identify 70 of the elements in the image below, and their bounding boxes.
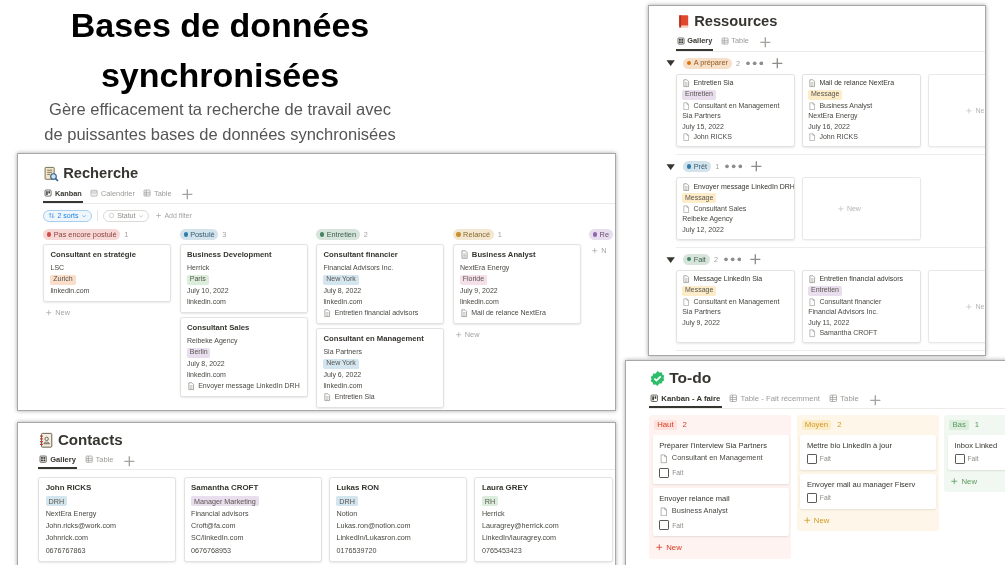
more-icon (723, 257, 741, 262)
gallery-icon (39, 455, 48, 464)
plus-icon (180, 187, 195, 202)
sort-icon (48, 212, 56, 220)
document-icon (682, 79, 691, 88)
page-icon (659, 506, 669, 517)
page-icon (682, 101, 691, 110)
plus-icon (748, 159, 764, 174)
plus-icon (769, 55, 785, 71)
page-icon (682, 297, 691, 307)
chevron-icon (80, 212, 87, 219)
checkbox[interactable] (806, 492, 817, 503)
checkbox[interactable] (659, 467, 670, 478)
table-icon (729, 394, 738, 403)
page-icon (808, 297, 817, 307)
page-icon (808, 133, 817, 142)
plus-icon (757, 35, 773, 50)
page-icon (808, 329, 817, 338)
document-icon (459, 309, 469, 318)
more-button[interactable] (744, 60, 765, 66)
page-icon (682, 204, 691, 214)
board-icon (650, 394, 659, 403)
plus-icon (867, 392, 883, 408)
checkbox[interactable] (659, 520, 670, 531)
subtitle: Gère efficacement ta recherche de travail avec de puissantes bases de données synchronisées (43, 99, 397, 145)
calendar-icon (90, 189, 99, 198)
document-icon (682, 275, 691, 284)
page-icon (808, 101, 817, 110)
checkbox[interactable] (954, 454, 965, 464)
plus-icon (965, 302, 973, 311)
search-document-icon (43, 165, 60, 183)
board-icon (44, 189, 53, 198)
document-icon (808, 79, 817, 88)
plus-icon (747, 252, 763, 267)
circle-icon (108, 212, 116, 220)
plus-icon (45, 308, 53, 316)
plus-icon (950, 476, 959, 486)
page-title: Recherche (63, 165, 139, 183)
document-icon (323, 309, 332, 318)
table-icon (828, 394, 838, 403)
plus-icon (591, 246, 599, 254)
plus-icon (802, 515, 812, 525)
plus-icon (454, 330, 463, 338)
page-icon (682, 133, 691, 142)
table-icon (720, 36, 729, 45)
page-title: Ressources (694, 13, 778, 31)
plus-icon (654, 543, 664, 552)
document-icon (323, 393, 332, 402)
page-title: To-do (669, 369, 712, 388)
page-title: Contacts (57, 430, 123, 450)
plus-icon (836, 204, 845, 213)
chevron-icon (137, 212, 144, 219)
document-icon (459, 249, 470, 259)
checkbox[interactable] (806, 454, 817, 464)
more-button[interactable] (723, 164, 744, 169)
more-icon (724, 164, 743, 169)
more-icon (745, 60, 763, 66)
more-button[interactable] (722, 257, 743, 262)
gallery-icon (676, 36, 685, 45)
check-badge-icon (648, 369, 666, 387)
headline: Bases de données synchronisées (69, 5, 371, 96)
address-book-icon (38, 431, 55, 449)
table-icon (84, 455, 93, 464)
document-icon (186, 382, 196, 391)
page-icon (659, 454, 669, 464)
document-icon (682, 182, 691, 191)
document-icon (808, 275, 817, 284)
plus-icon (965, 106, 973, 115)
table-icon (143, 189, 152, 198)
plus-icon (155, 212, 163, 220)
